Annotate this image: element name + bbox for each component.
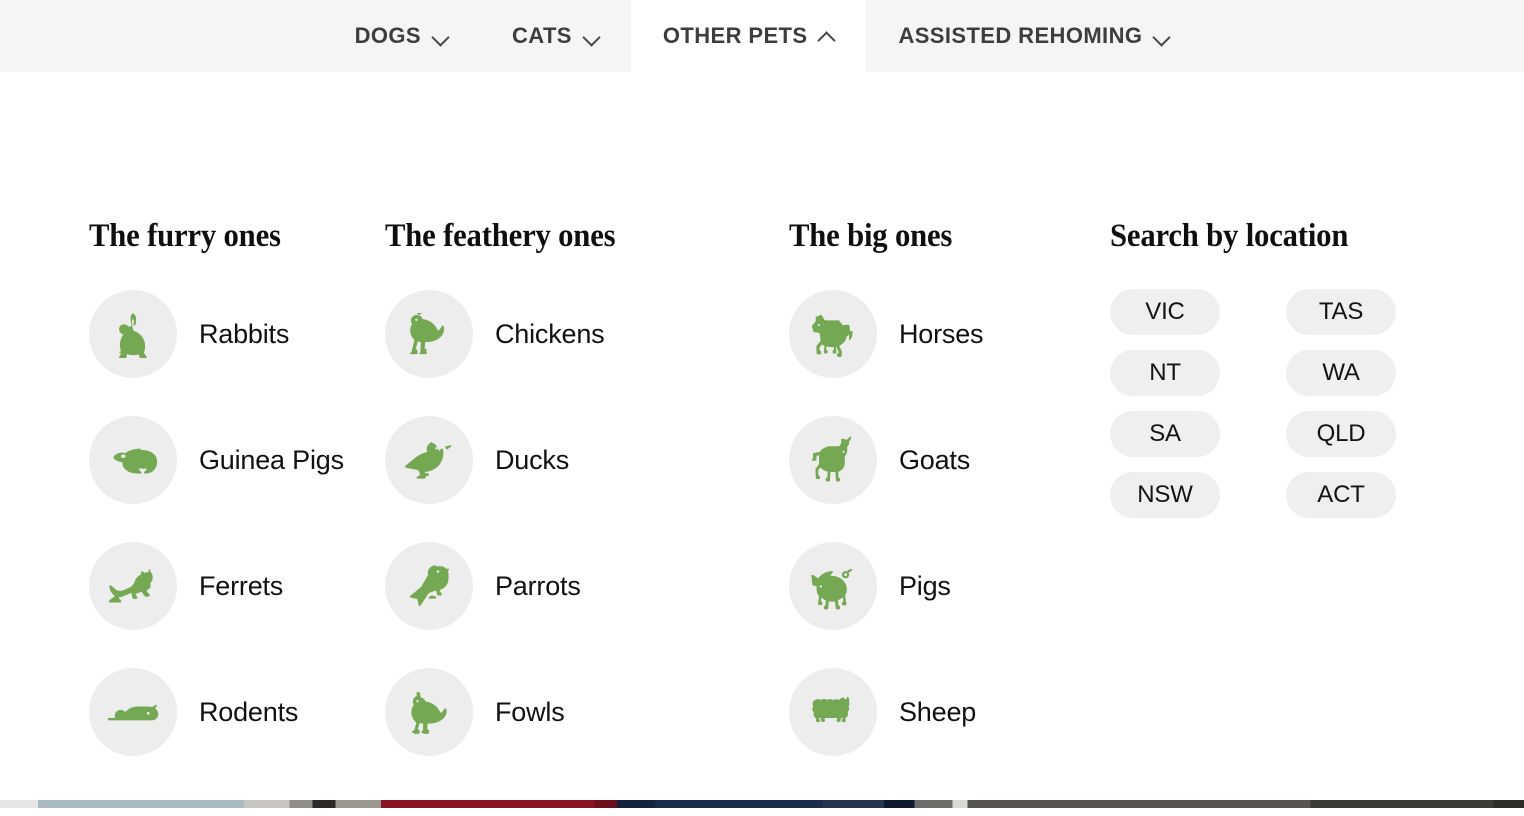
nav-tab-label: DOGS [354, 23, 421, 48]
location-pill-nt[interactable]: NT [1110, 350, 1220, 396]
list-item-label: Fowls [495, 696, 565, 727]
list-item-ferrets[interactable]: Ferrets [89, 542, 383, 630]
list-item-goats[interactable]: Goats [789, 416, 1110, 504]
sheep-icon [789, 668, 877, 756]
list-item-label: Ferrets [199, 570, 284, 601]
list-item-horses[interactable]: Horses [789, 290, 1110, 378]
location-pill-act[interactable]: ACT [1286, 472, 1396, 518]
location-pill-sa[interactable]: SA [1110, 411, 1220, 457]
chevron-down-icon [584, 29, 599, 44]
location-pill-nsw[interactable]: NSW [1110, 472, 1220, 518]
list-item-fowls[interactable]: Fowls [385, 668, 788, 756]
category-columns: The furry ones Rabbits Guinea Pigs Ferre… [0, 72, 1524, 756]
column-title: The feathery ones [385, 218, 616, 254]
ferret-icon [89, 542, 177, 630]
nav-tab-dogs[interactable]: DOGS [323, 0, 480, 72]
rodent-icon [89, 668, 177, 756]
horse-icon [789, 290, 877, 378]
column-title: The furry ones [89, 218, 281, 254]
nav-tab-other-pets[interactable]: OTHER PETS [630, 0, 867, 72]
category-column-big: The big ones Horses Goats Pigs Sheep [788, 72, 1110, 756]
list-item-pigs[interactable]: Pigs [789, 542, 1110, 630]
chevron-down-icon [433, 29, 448, 44]
list-item-label: Chickens [495, 318, 605, 349]
nav-tab-assisted-rehoming[interactable]: ASSISTED REHOMING [866, 0, 1201, 72]
nav-tab-cats[interactable]: CATS [480, 0, 631, 72]
location-pill-wa[interactable]: WA [1286, 350, 1396, 396]
nav-tab-label: ASSISTED REHOMING [898, 23, 1143, 48]
guinea-pig-icon [89, 416, 177, 504]
location-pill-vic[interactable]: VIC [1110, 289, 1220, 335]
nav-tab-label: OTHER PETS [662, 23, 808, 48]
pig-icon [789, 542, 877, 630]
chevron-up-icon [819, 29, 834, 44]
list-item-ducks[interactable]: Ducks [385, 416, 788, 504]
list-item-guinea-pigs[interactable]: Guinea Pigs [89, 416, 383, 504]
pet-list-big: Horses Goats Pigs Sheep [789, 290, 1110, 756]
list-item-sheep[interactable]: Sheep [789, 668, 1110, 756]
list-item-label: Guinea Pigs [199, 444, 344, 475]
list-item-label: Parrots [495, 570, 581, 601]
location-pill-tas[interactable]: TAS [1286, 289, 1396, 335]
pet-list-furry: Rabbits Guinea Pigs Ferrets Rodents [89, 290, 383, 756]
nav-tab-label: CATS [512, 23, 572, 48]
list-item-label: Rabbits [199, 318, 290, 349]
list-item-label: Goats [899, 444, 971, 475]
list-item-label: Sheep [899, 696, 977, 727]
list-item-rabbits[interactable]: Rabbits [89, 290, 383, 378]
location-pill-grid: VIC NT SA NSW TAS WA QLD ACT [1110, 289, 1524, 518]
pet-list-feathery: Chickens Ducks Parrots Fowls [385, 290, 788, 756]
list-item-label: Pigs [899, 570, 951, 601]
chevron-down-icon [1154, 29, 1169, 44]
rabbit-icon [89, 290, 177, 378]
list-item-label: Ducks [495, 444, 570, 475]
other-pets-dropdown-panel: The furry ones Rabbits Guinea Pigs Ferre… [0, 72, 1524, 808]
location-column: Search by location VIC NT SA NSW TAS WA … [1110, 72, 1524, 756]
duck-icon [385, 416, 473, 504]
list-item-label: Rodents [199, 696, 299, 727]
list-item-chickens[interactable]: Chickens [385, 290, 788, 378]
location-title: Search by location [1110, 218, 1349, 254]
category-column-feathery: The feathery ones Chickens Ducks Parrots… [383, 72, 788, 756]
goat-icon [789, 416, 877, 504]
list-item-label: Horses [899, 318, 984, 349]
fowl-icon [385, 668, 473, 756]
chicken-icon [385, 290, 473, 378]
location-pill-qld[interactable]: QLD [1286, 411, 1396, 457]
main-navigation: DOGS CATS OTHER PETS ASSISTED REHOMING [0, 0, 1524, 72]
hero-image-strip [0, 800, 1524, 808]
column-title: The big ones [789, 218, 953, 254]
list-item-rodents[interactable]: Rodents [89, 668, 383, 756]
list-item-parrots[interactable]: Parrots [385, 542, 788, 630]
parrot-icon [385, 542, 473, 630]
category-column-furry: The furry ones Rabbits Guinea Pigs Ferre… [0, 72, 383, 756]
